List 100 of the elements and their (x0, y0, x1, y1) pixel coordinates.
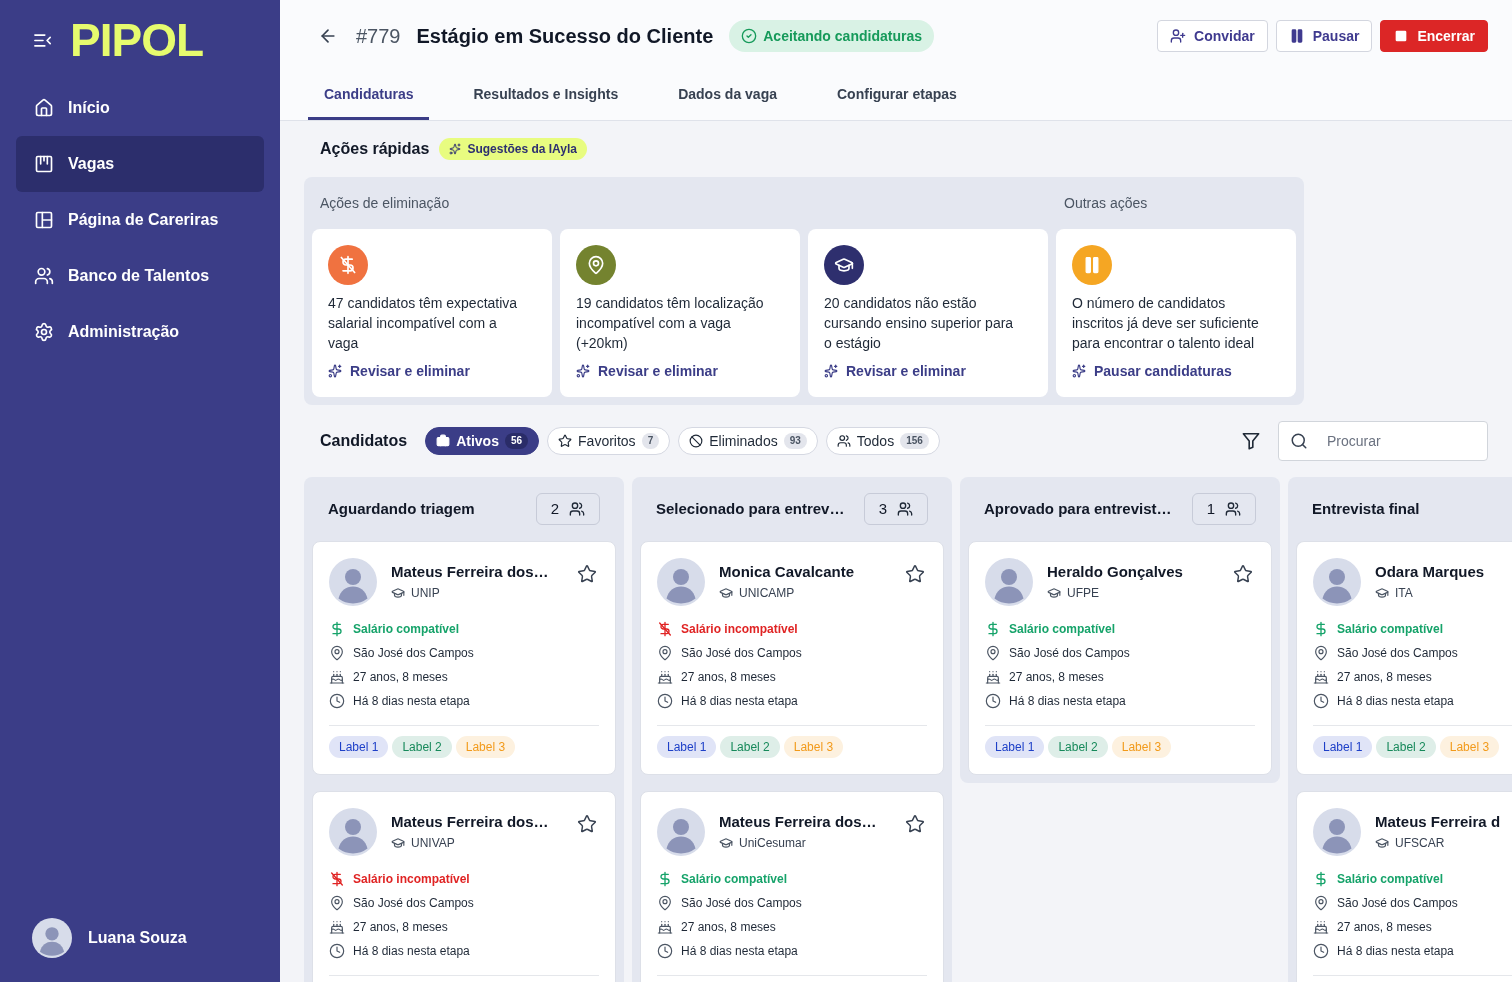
nav-item[interactable]: Vagas (16, 136, 264, 192)
candidate-name[interactable]: Mateus Ferreira dos… (391, 562, 563, 582)
job-number: #779 (356, 24, 401, 49)
kanban-board-icon (34, 154, 54, 174)
action-button[interactable]: Pausar (1275, 20, 1373, 52)
info-text: São José dos Campos (1009, 645, 1130, 662)
sparkles-icon (449, 143, 462, 155)
cake-icon (1313, 919, 1329, 935)
info-text: Salário compatível (353, 621, 460, 638)
filter-chip[interactable]: Ativos 56 (425, 427, 540, 455)
candidate-name[interactable]: Mateus Ferreira dos… (391, 812, 563, 832)
info-text: 27 anos, 8 meses (1009, 669, 1104, 686)
tab[interactable]: Candidaturas (308, 72, 430, 120)
candidate-name[interactable]: Odara Marques (1375, 562, 1512, 582)
map-pin-icon (329, 645, 345, 661)
avatar-icon (985, 558, 1033, 606)
action-link[interactable]: Revisar e eliminar (824, 353, 966, 381)
sparkles-icon (576, 364, 590, 378)
dollar-icon (329, 621, 345, 637)
cake-icon (657, 669, 673, 685)
cake-icon (985, 669, 1001, 685)
people-icon (836, 434, 851, 448)
candidate-card[interactable]: Mateus Ferreira dos… UNIVAP Salário incompatível São José dos Campos 27 anos, 8 meses Há 8 dias nesta etapa (312, 791, 616, 982)
action-button[interactable]: Convidar (1157, 20, 1268, 52)
filter-chip[interactable]: Eliminados 93 (678, 427, 818, 455)
search-field[interactable]: Procurar (1278, 421, 1488, 461)
action-link[interactable]: Pausar candidaturas (1072, 353, 1232, 381)
cake-icon (329, 669, 345, 685)
info-text: Há 8 dias nesta etapa (353, 693, 470, 710)
people-icon (1225, 501, 1241, 517)
clock-icon (1313, 693, 1329, 709)
candidate-card[interactable]: Odara Marques ITA Salário compatível São José dos Campos 27 anos, 8 meses Há 8 dias nesta etapa Label 1 Label 2 Label 3 (1296, 541, 1512, 775)
people-icon (34, 266, 54, 286)
candidate-name[interactable]: Monica Cavalcante (719, 562, 891, 582)
candidate-name[interactable]: Heraldo Gonçalves (1047, 562, 1219, 582)
action-link[interactable]: Revisar e eliminar (576, 353, 718, 381)
ai-suggestions-badge[interactable]: Sugestões da IAyla (439, 138, 587, 160)
count-text: 3 (878, 498, 887, 519)
candidate-card[interactable]: Mateus Ferreira dos… UniCesumar Salário compatível São José dos Campos 27 anos, 8 meses Há 8 dias nesta etapa (640, 791, 944, 982)
count-badge: 156 (900, 433, 929, 449)
candidate-card[interactable]: Mateus Ferreira d UFSCAR Salário compatível São José dos Campos 27 anos, 8 meses Há 8 dias nesta etapa (1296, 791, 1512, 982)
logo[interactable]: PIPOL (70, 17, 204, 63)
school-name: UniCesumar (739, 835, 806, 852)
nav-item[interactable]: Página de Careriras (16, 192, 264, 248)
star-icon[interactable] (905, 814, 925, 834)
dollar-icon (1313, 871, 1329, 887)
map-pin-icon (1313, 645, 1329, 661)
nav-item[interactable]: Início (16, 80, 264, 136)
user-name[interactable]: Luana Souza (88, 926, 187, 950)
candidate-card[interactable]: Mateus Ferreira dos… UNIP Salário compatível São José dos Campos 27 anos, 8 meses Há 8 dias nesta etapa Label 1 Label 2 Label 3 (312, 541, 616, 775)
filter-chip[interactable]: Todos 156 (825, 427, 940, 455)
candidate-card[interactable]: Monica Cavalcante UNICAMP Salário incompatível São José dos Campos 27 anos, 8 meses Há 8 dias nesta etapa Label 1 Label 2 Label 3 (640, 541, 944, 775)
info-text: 27 anos, 8 meses (1337, 919, 1432, 936)
school-name: UNICAMP (739, 585, 795, 602)
count-text: 1 (1206, 498, 1215, 519)
info-text: Salário compatível (1337, 621, 1444, 638)
graduation-cap-icon (391, 586, 405, 600)
candidate-card[interactable]: Heraldo Gonçalves UFPE Salário compatível São José dos Campos 27 anos, 8 meses Há 8 dias nesta etapa Label 1 Label 2 Label 3 (968, 541, 1272, 775)
check-circle-icon (741, 28, 758, 44)
quick-action-text: 20 candidatos não estão cursando ensino superior para o estágio (824, 294, 1015, 353)
no-dollar-icon (657, 621, 673, 637)
star-icon[interactable] (577, 814, 597, 834)
info-text: Há 8 dias nesta etapa (681, 693, 798, 710)
label-tag: Label 2 (1376, 736, 1436, 758)
filter-chip[interactable]: Favoritos 7 (547, 427, 671, 455)
filter-icon[interactable] (1242, 432, 1260, 450)
info-text: São José dos Campos (353, 645, 474, 662)
info-text: São José dos Campos (681, 645, 802, 662)
tab[interactable]: Dados da vaga (662, 72, 793, 120)
map-pin-icon (1313, 895, 1329, 911)
layout-icon (34, 210, 54, 230)
label-tag: Label 1 (329, 736, 389, 758)
info-text: Salário compatível (1337, 871, 1444, 888)
nav-item[interactable]: Banco de Talentos (16, 248, 264, 304)
people-icon (897, 501, 913, 517)
school-name: UFPE (1067, 585, 1099, 602)
tab[interactable]: Resultados e Insights (457, 72, 635, 120)
candidate-name[interactable]: Mateus Ferreira d (1375, 812, 1512, 832)
map-pin-icon (657, 645, 673, 661)
menu-icon[interactable] (34, 33, 52, 47)
info-text: Salário incompatível (681, 621, 798, 638)
school-name: UFSCAR (1395, 835, 1445, 852)
nav-item[interactable]: Administração (16, 304, 264, 360)
tab[interactable]: Configurar etapas (821, 72, 973, 120)
candidate-name[interactable]: Mateus Ferreira dos… (719, 812, 891, 832)
star-icon[interactable] (577, 564, 597, 584)
action-link[interactable]: Revisar e eliminar (328, 353, 470, 381)
map-pin-icon (985, 645, 1001, 661)
ban-icon (689, 434, 704, 448)
avatar-icon (657, 808, 705, 856)
clock-icon (985, 693, 1001, 709)
section-heading: Candidatos (320, 431, 408, 451)
graduation-cap-icon (1047, 586, 1061, 600)
action-button[interactable]: Encerrar (1380, 20, 1488, 52)
briefcase-icon (436, 434, 451, 448)
graduation-cap-icon (719, 586, 733, 600)
star-icon[interactable] (905, 564, 925, 584)
info-text: Salário compatível (1009, 621, 1116, 638)
quick-action-text: 19 candidatos têm localização incompatível com a vaga (+20km) (576, 294, 765, 353)
star-icon[interactable] (1233, 564, 1253, 584)
